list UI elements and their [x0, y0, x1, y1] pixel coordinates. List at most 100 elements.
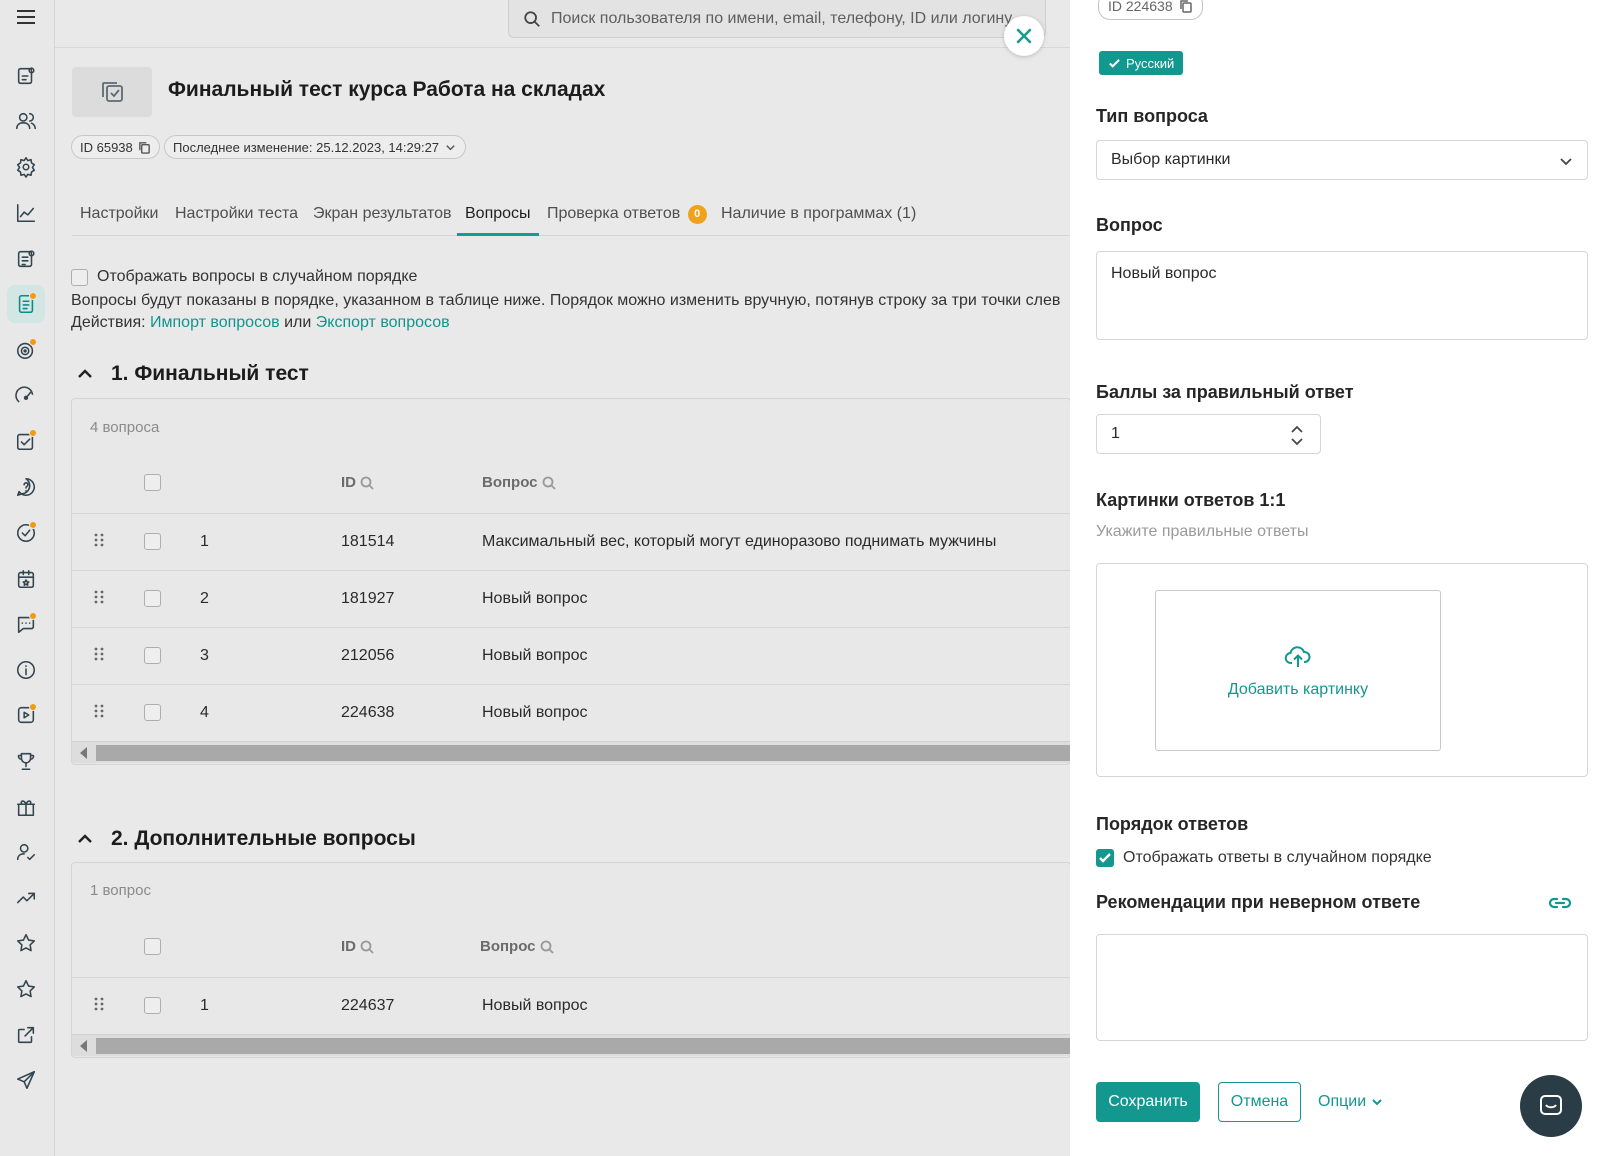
sidebar-speedometer-icon[interactable] [7, 377, 45, 415]
question-text-field[interactable]: Новый вопрос [1096, 251, 1588, 340]
scroll-left-arrow-icon[interactable] [80, 1040, 87, 1052]
search-input[interactable] [551, 9, 1021, 28]
sidebar-info-icon[interactable] [7, 651, 45, 689]
row-checkbox[interactable] [144, 997, 161, 1014]
table-row[interactable]: 4 224638 Новый вопрос [72, 684, 1070, 741]
sidebar-star-outline-icon[interactable] [7, 924, 45, 962]
sidebar-tasks-check-icon[interactable] [7, 422, 45, 460]
sidebar-analytics-chart-icon[interactable] [7, 194, 45, 232]
table-row[interactable]: 1 224637 Новый вопрос [72, 977, 1070, 1034]
sidebar-users-icon[interactable] [7, 102, 45, 140]
sidebar-calendar-icon[interactable] [7, 560, 45, 598]
tab-settings[interactable]: Настройки [80, 196, 158, 236]
row-question[interactable]: Новый вопрос [482, 590, 588, 608]
sidebar-gift-icon[interactable] [7, 788, 45, 826]
drag-handle-icon[interactable] [94, 997, 104, 1011]
tab-questions[interactable]: Вопросы [457, 196, 539, 236]
sidebar-send-icon[interactable] [7, 1061, 45, 1099]
recommendations-field[interactable] [1096, 934, 1588, 1041]
copy-icon[interactable] [138, 141, 151, 154]
row-checkbox[interactable] [144, 533, 161, 550]
actions-prefix: Действия: [71, 314, 146, 331]
sidebar-user-check-icon[interactable] [7, 833, 45, 871]
drag-handle-icon[interactable] [94, 533, 104, 547]
select-all-checkbox[interactable] [144, 938, 161, 955]
menu-icon[interactable] [15, 6, 37, 28]
row-question[interactable]: Новый вопрос [482, 647, 588, 665]
tab-test-settings[interactable]: Настройки теста [175, 196, 298, 236]
scrollbar-thumb[interactable] [96, 745, 1070, 761]
drag-handle-icon[interactable] [94, 590, 104, 604]
table-row[interactable]: 3 212056 Новый вопрос [72, 627, 1070, 684]
support-chat-button[interactable] [1520, 1075, 1582, 1137]
sidebar-external-link-icon[interactable] [7, 1016, 45, 1054]
points-input[interactable] [1097, 425, 1267, 443]
section-title: 1. Финальный тест [111, 362, 309, 385]
row-question[interactable]: Новый вопрос [482, 704, 588, 722]
row-question[interactable]: Новый вопрос [482, 997, 588, 1015]
search-icon[interactable] [542, 476, 556, 490]
tab-in-programs[interactable]: Наличие в программах (1) [721, 196, 916, 236]
table-row[interactable]: 1 181514 Максимальный вес, который могут… [72, 513, 1070, 570]
select-all-checkbox[interactable] [144, 474, 161, 491]
save-button[interactable]: Сохранить [1096, 1082, 1200, 1122]
notification-dot [29, 612, 37, 620]
import-questions-link[interactable]: Импорт вопросов [150, 314, 280, 331]
sidebar-star-icon[interactable] [7, 970, 45, 1008]
link-icon[interactable] [1547, 894, 1573, 912]
row-checkbox[interactable] [144, 704, 161, 721]
answer-random-order-toggle[interactable]: Отображать ответы в случайном порядке [1096, 849, 1432, 867]
search-bar[interactable] [508, 0, 1046, 38]
tab-answer-check[interactable]: Проверка ответов 0 [547, 196, 707, 236]
horizontal-scrollbar[interactable] [72, 741, 1070, 763]
checkmark-icon [1109, 58, 1120, 68]
answer-random-order-checkbox[interactable] [1096, 849, 1114, 867]
question-column-header[interactable]: Вопрос [482, 474, 556, 491]
points-stepper[interactable] [1096, 414, 1321, 454]
row-checkbox[interactable] [144, 647, 161, 664]
sidebar-trend-up-icon[interactable] [7, 879, 45, 917]
sidebar-target-icon[interactable] [7, 331, 45, 369]
question-type-select[interactable]: Выбор картинки [1096, 140, 1588, 180]
sidebar-chat-icon[interactable] [7, 605, 45, 643]
copy-icon[interactable] [1179, 0, 1193, 13]
sidebar-tests-icon[interactable] [7, 285, 45, 323]
drag-handle-icon[interactable] [94, 704, 104, 718]
sidebar-trophy-icon[interactable] [7, 742, 45, 780]
sidebar-news-icon[interactable] [7, 240, 45, 278]
drag-handle-icon[interactable] [94, 647, 104, 661]
last-modified-chip[interactable]: Последнее изменение: 25.12.2023, 14:29:2… [164, 135, 467, 159]
sidebar-video-icon[interactable] [7, 696, 45, 734]
sidebar-help-question-icon[interactable] [7, 468, 45, 506]
search-icon[interactable] [360, 476, 374, 490]
random-order-toggle[interactable]: Отображать вопросы в случайном порядке [71, 268, 417, 286]
question-column-header[interactable]: Вопрос [480, 938, 554, 955]
export-questions-link[interactable]: Экспорт вопросов [316, 314, 450, 331]
chevron-down-icon[interactable] [1290, 437, 1304, 447]
search-icon[interactable] [540, 940, 554, 954]
cancel-button[interactable]: Отмена [1218, 1082, 1301, 1122]
options-button[interactable]: Опции [1318, 1082, 1383, 1122]
sidebar-check-circle-icon[interactable] [7, 514, 45, 552]
table-row[interactable]: 2 181927 Новый вопрос [72, 570, 1070, 627]
sidebar-settings-gear-icon[interactable] [7, 148, 45, 186]
random-order-checkbox[interactable] [71, 268, 88, 286]
course-id-chip[interactable]: ID 65938 [71, 135, 160, 159]
scrollbar-thumb[interactable] [96, 1038, 1070, 1054]
chevron-up-icon[interactable] [1290, 424, 1304, 434]
add-image-button[interactable]: Добавить картинку [1155, 590, 1441, 751]
scroll-left-arrow-icon[interactable] [80, 747, 87, 759]
search-icon[interactable] [360, 940, 374, 954]
horizontal-scrollbar[interactable] [72, 1034, 1070, 1056]
row-question[interactable]: Максимальный вес, который могут единораз… [482, 533, 996, 551]
sidebar-courses-icon[interactable] [7, 57, 45, 95]
close-drawer-button[interactable] [1004, 16, 1044, 56]
section-toggle-2[interactable]: 2. Дополнительные вопросы [75, 827, 416, 851]
question-id-chip[interactable]: ID 224638 [1098, 0, 1203, 20]
id-column-header[interactable]: ID [341, 474, 374, 491]
tab-results-screen[interactable]: Экран результатов [313, 196, 452, 236]
row-checkbox[interactable] [144, 590, 161, 607]
id-column-header[interactable]: ID [341, 938, 374, 955]
section-toggle-1[interactable]: 1. Финальный тест [75, 362, 309, 386]
language-chip[interactable]: Русский [1099, 51, 1184, 75]
